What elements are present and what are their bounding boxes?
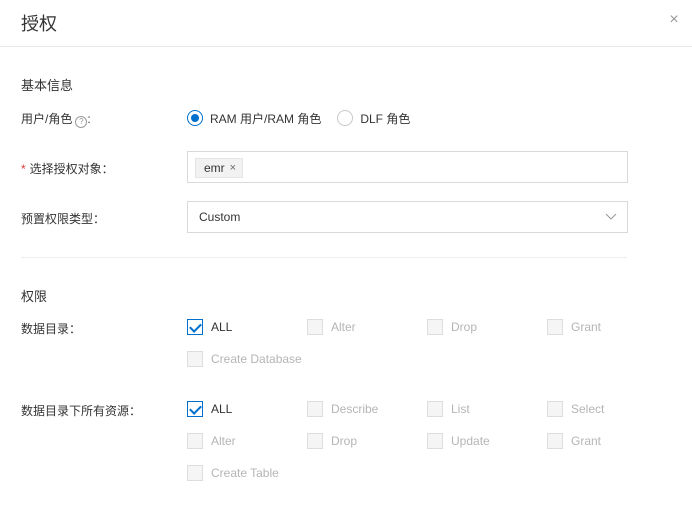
- checkbox-box[interactable]: [547, 433, 563, 449]
- checkbox-label: Update: [451, 434, 490, 448]
- checkbox-label: List: [451, 402, 470, 416]
- checkbox-resource-drop[interactable]: Drop: [307, 433, 357, 449]
- radio-dlf-role[interactable]: DLF 角色: [337, 110, 410, 127]
- checkbox-label: Alter: [331, 320, 356, 334]
- preset-select-value: Custom: [199, 210, 241, 224]
- checkbox-box[interactable]: [187, 351, 203, 367]
- checkbox-box[interactable]: [307, 401, 323, 417]
- checkbox-box[interactable]: [187, 319, 203, 335]
- checkbox-catalog-drop[interactable]: Drop: [427, 319, 477, 335]
- chevron-down-icon: [605, 213, 617, 220]
- checkbox-catalog-grant[interactable]: Grant: [547, 319, 601, 335]
- checkbox-label: Grant: [571, 434, 602, 448]
- user-role-label: 用户/角色?:: [21, 110, 91, 128]
- checkbox-resource-create-table[interactable]: Create Table: [187, 465, 279, 481]
- checkbox-catalog-alter[interactable]: Alter: [307, 319, 356, 335]
- tag-label: emr: [204, 161, 225, 175]
- checkbox-box[interactable]: [187, 433, 203, 449]
- dialog-header: 授权 ×: [0, 0, 692, 47]
- tag-close-icon[interactable]: ×: [230, 162, 236, 174]
- checkbox-label: Select: [571, 402, 605, 416]
- checkbox-box[interactable]: [187, 401, 203, 417]
- checkbox-label: Alter: [211, 434, 236, 448]
- catalog-label: 数据目录：: [21, 322, 82, 336]
- user-role-label-text: 用户/角色: [21, 112, 73, 126]
- required-mark: *: [21, 162, 26, 176]
- checkbox-box[interactable]: [547, 401, 563, 417]
- radio-label: DLF 角色: [360, 111, 411, 126]
- target-tag-input[interactable]: emr ×: [187, 151, 628, 183]
- section-title-basic: 基本信息: [21, 78, 74, 93]
- target-label: * 选择授权对象：: [21, 160, 114, 177]
- radio-circle[interactable]: [337, 110, 354, 126]
- checkbox-catalog-create-database[interactable]: Create Database: [187, 351, 302, 367]
- section-title-permissions: 权限: [21, 289, 48, 304]
- checkbox-catalog-all[interactable]: ALL: [187, 319, 232, 335]
- label-colon: :: [87, 112, 91, 126]
- preset-select[interactable]: Custom: [187, 201, 628, 233]
- checkbox-resource-update[interactable]: Update: [427, 433, 490, 449]
- checkbox-resource-grant[interactable]: Grant: [547, 433, 601, 449]
- checkbox-box[interactable]: [187, 465, 203, 481]
- checkbox-label: ALL: [211, 402, 233, 416]
- checkbox-resource-all[interactable]: ALL: [187, 401, 232, 417]
- checkbox-label: Create Database: [211, 352, 302, 366]
- radio-circle-checked[interactable]: [187, 110, 203, 126]
- radio-ram-user[interactable]: RAM 用户/RAM 角色: [187, 110, 321, 127]
- section-divider: [21, 257, 627, 258]
- checkbox-resource-describe[interactable]: Describe: [307, 401, 378, 417]
- checkbox-box[interactable]: [427, 401, 443, 417]
- dialog-title: 授权: [21, 14, 57, 34]
- checkbox-box[interactable]: [307, 433, 323, 449]
- checkbox-box[interactable]: [427, 433, 443, 449]
- target-label-text: 选择授权对象：: [29, 162, 114, 176]
- checkbox-label: Drop: [331, 434, 358, 448]
- preset-label: 预置权限类型：: [21, 212, 106, 226]
- checkbox-box[interactable]: [307, 319, 323, 335]
- target-tag: emr ×: [195, 158, 244, 178]
- checkbox-label: Describe: [331, 402, 379, 416]
- radio-label: RAM 用户/RAM 角色: [210, 111, 322, 126]
- checkbox-label: Create Table: [211, 466, 279, 480]
- checkbox-resource-list[interactable]: List: [427, 401, 470, 417]
- checkbox-label: Drop: [451, 320, 478, 334]
- help-icon[interactable]: ?: [75, 116, 88, 128]
- close-icon[interactable]: ×: [665, 11, 683, 29]
- checkbox-label: ALL: [211, 320, 233, 334]
- checkbox-resource-select[interactable]: Select: [547, 401, 604, 417]
- checkbox-box[interactable]: [427, 319, 443, 335]
- checkbox-label: Grant: [571, 320, 602, 334]
- user-role-radio-group: RAM 用户/RAM 角色 DLF 角色: [187, 108, 426, 128]
- checkbox-box[interactable]: [547, 319, 563, 335]
- checkbox-resource-alter[interactable]: Alter: [187, 433, 236, 449]
- resources-label: 数据目录下所有资源：: [21, 404, 142, 418]
